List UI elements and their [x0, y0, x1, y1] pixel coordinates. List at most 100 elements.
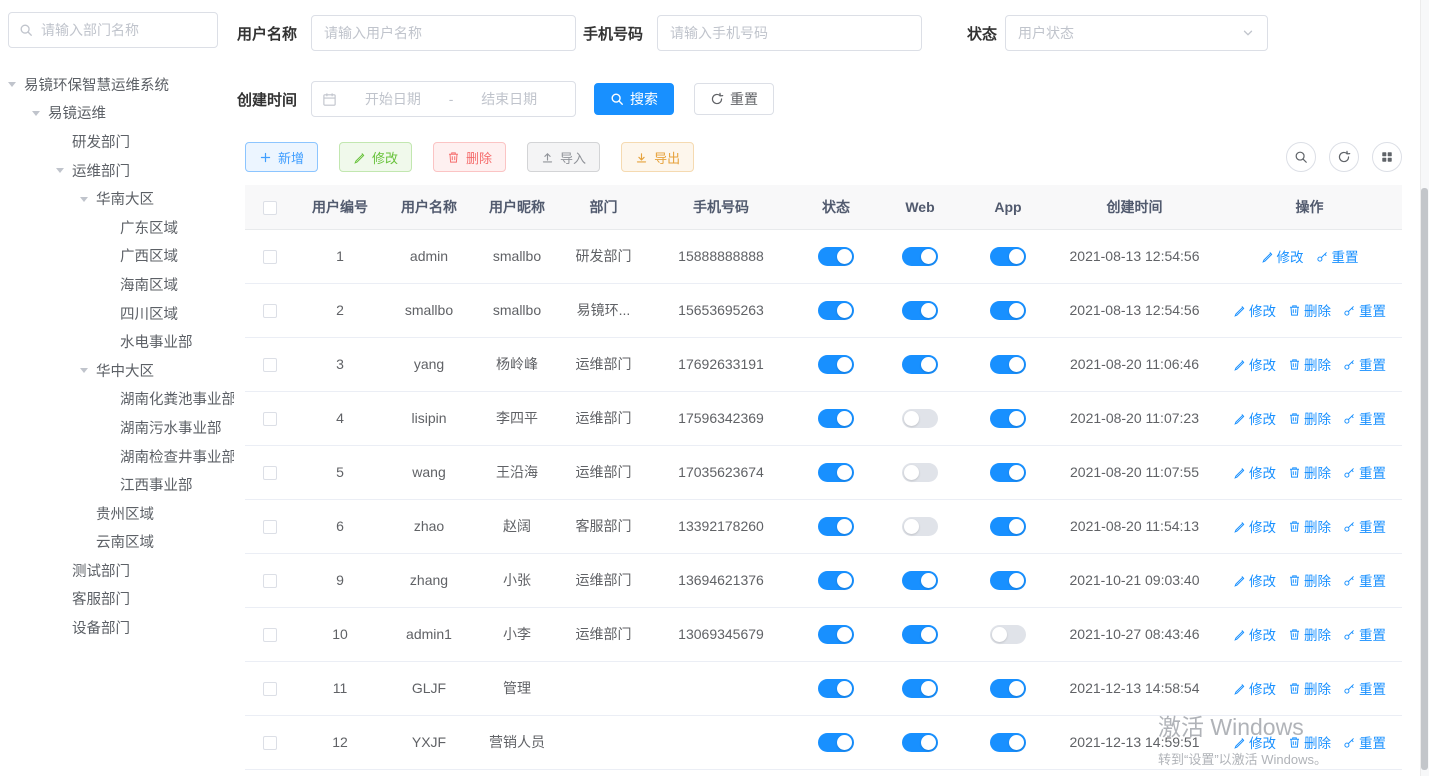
row-delete-link[interactable]: 删除: [1288, 408, 1331, 428]
tree-item[interactable]: 运维部门: [8, 156, 234, 185]
row-reset-link[interactable]: 重置: [1343, 570, 1386, 590]
row-checkbox[interactable]: [263, 304, 277, 318]
select-all-checkbox[interactable]: [263, 201, 277, 215]
row-delete-link[interactable]: 删除: [1288, 516, 1331, 536]
status-toggle[interactable]: [818, 355, 854, 374]
username-input[interactable]: [311, 15, 576, 51]
tree-item[interactable]: 贵州区域: [8, 499, 234, 528]
row-delete-link[interactable]: 删除: [1288, 624, 1331, 644]
caret-down-icon[interactable]: [8, 77, 24, 91]
tree-item[interactable]: 四川区域: [8, 299, 234, 328]
web-toggle[interactable]: [902, 247, 938, 266]
web-toggle[interactable]: [902, 463, 938, 482]
row-edit-link[interactable]: 修改: [1233, 624, 1276, 644]
tree-item[interactable]: 华中大区: [8, 356, 234, 385]
search-button[interactable]: 搜索: [594, 83, 674, 115]
add-button[interactable]: 新增: [245, 142, 318, 172]
row-reset-link[interactable]: 重置: [1343, 462, 1386, 482]
row-checkbox[interactable]: [263, 520, 277, 534]
delete-button[interactable]: 删除: [433, 142, 506, 172]
column-settings-button[interactable]: [1372, 142, 1402, 172]
import-button[interactable]: 导入: [527, 142, 600, 172]
app-toggle[interactable]: [990, 247, 1026, 266]
app-toggle[interactable]: [990, 463, 1026, 482]
row-edit-link[interactable]: 修改: [1233, 408, 1276, 428]
row-reset-link[interactable]: 重置: [1343, 300, 1386, 320]
row-reset-link[interactable]: 重置: [1343, 354, 1386, 374]
caret-down-icon[interactable]: [80, 192, 96, 206]
tree-item[interactable]: 江西事业部: [8, 470, 234, 499]
row-delete-link[interactable]: 删除: [1288, 678, 1331, 698]
row-checkbox[interactable]: [263, 736, 277, 750]
date-range-picker[interactable]: 开始日期 - 结束日期: [311, 81, 576, 117]
status-toggle[interactable]: [818, 463, 854, 482]
status-toggle[interactable]: [818, 733, 854, 752]
row-edit-link[interactable]: 修改: [1233, 354, 1276, 374]
app-toggle[interactable]: [990, 517, 1026, 536]
row-edit-link[interactable]: 修改: [1233, 570, 1276, 590]
row-delete-link[interactable]: 删除: [1288, 354, 1331, 374]
web-toggle[interactable]: [902, 625, 938, 644]
tree-item[interactable]: 客服部门: [8, 585, 234, 614]
status-select[interactable]: 用户状态: [1005, 15, 1268, 51]
row-delete-link[interactable]: 删除: [1288, 462, 1331, 482]
row-edit-link[interactable]: 修改: [1233, 516, 1276, 536]
row-delete-link[interactable]: 删除: [1288, 300, 1331, 320]
web-toggle[interactable]: [902, 409, 938, 428]
app-toggle[interactable]: [990, 733, 1026, 752]
tree-item[interactable]: 易镜运维: [8, 99, 234, 128]
app-toggle[interactable]: [990, 679, 1026, 698]
row-checkbox[interactable]: [263, 412, 277, 426]
caret-down-icon[interactable]: [32, 106, 48, 120]
tree-item[interactable]: 湖南检查井事业部: [8, 442, 234, 471]
web-toggle[interactable]: [902, 733, 938, 752]
status-toggle[interactable]: [818, 625, 854, 644]
phone-input[interactable]: [657, 15, 922, 51]
row-delete-link[interactable]: 删除: [1288, 732, 1331, 752]
status-toggle[interactable]: [818, 517, 854, 536]
row-reset-link[interactable]: 重置: [1343, 678, 1386, 698]
web-toggle[interactable]: [902, 679, 938, 698]
tree-item[interactable]: 设备部门: [8, 613, 234, 642]
tree-item[interactable]: 海南区域: [8, 270, 234, 299]
row-reset-link[interactable]: 重置: [1343, 624, 1386, 644]
reset-button[interactable]: 重置: [694, 83, 774, 115]
row-checkbox[interactable]: [263, 628, 277, 642]
tree-item[interactable]: 广西区域: [8, 242, 234, 271]
row-delete-link[interactable]: 删除: [1288, 570, 1331, 590]
app-toggle[interactable]: [990, 625, 1026, 644]
row-reset-link[interactable]: 重置: [1343, 732, 1386, 752]
tree-item[interactable]: 云南区域: [8, 528, 234, 557]
tree-item[interactable]: 湖南污水事业部: [8, 413, 234, 442]
tree-item[interactable]: 华南大区: [8, 184, 234, 213]
app-toggle[interactable]: [990, 355, 1026, 374]
web-toggle[interactable]: [902, 301, 938, 320]
status-toggle[interactable]: [818, 571, 854, 590]
app-toggle[interactable]: [990, 301, 1026, 320]
row-edit-link[interactable]: 修改: [1233, 300, 1276, 320]
row-checkbox[interactable]: [263, 358, 277, 372]
row-edit-link[interactable]: 修改: [1261, 246, 1304, 266]
tree-item[interactable]: 水电事业部: [8, 327, 234, 356]
row-checkbox[interactable]: [263, 682, 277, 696]
status-toggle[interactable]: [818, 301, 854, 320]
app-toggle[interactable]: [990, 571, 1026, 590]
app-toggle[interactable]: [990, 409, 1026, 428]
caret-down-icon[interactable]: [80, 363, 96, 377]
row-edit-link[interactable]: 修改: [1233, 462, 1276, 482]
tree-item[interactable]: 测试部门: [8, 556, 234, 585]
row-reset-link[interactable]: 重置: [1343, 408, 1386, 428]
web-toggle[interactable]: [902, 355, 938, 374]
row-edit-link[interactable]: 修改: [1233, 732, 1276, 752]
row-checkbox[interactable]: [263, 574, 277, 588]
row-reset-link[interactable]: 重置: [1343, 516, 1386, 536]
tree-item[interactable]: 易镜环保智慧运维系统: [8, 70, 234, 99]
page-scrollbar[interactable]: [1420, 0, 1429, 776]
web-toggle[interactable]: [902, 517, 938, 536]
dept-search-input[interactable]: 请输入部门名称: [8, 12, 218, 48]
row-checkbox[interactable]: [263, 466, 277, 480]
export-button[interactable]: 导出: [621, 142, 694, 172]
web-toggle[interactable]: [902, 571, 938, 590]
status-toggle[interactable]: [818, 247, 854, 266]
refresh-table-button[interactable]: [1329, 142, 1359, 172]
